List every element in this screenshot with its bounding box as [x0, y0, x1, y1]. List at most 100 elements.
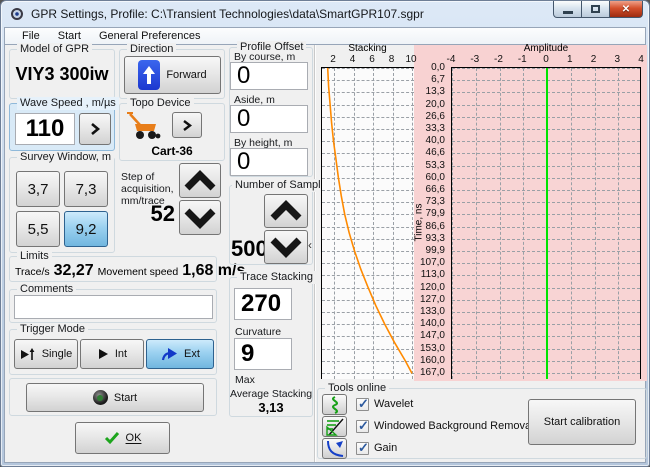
wave-speed-next-button[interactable] — [79, 113, 111, 145]
background-removal-checkbox[interactable]: ✓ — [356, 418, 369, 433]
survey-option-9-2[interactable]: 9,2 — [64, 211, 108, 247]
survey-window-label: Survey Window, m — [17, 151, 115, 164]
start-calibration-button[interactable]: Start calibration — [528, 399, 636, 445]
chevron-up-icon — [270, 200, 302, 221]
survey-option-7-3[interactable]: 7,3 — [64, 171, 108, 207]
curvature-label: Curvature — [235, 326, 282, 338]
trigger-ext-button[interactable]: Ext — [146, 339, 214, 369]
time-tick-label: 167,0 — [419, 367, 445, 378]
minimize-button[interactable] — [553, 1, 582, 18]
axis-tick-label: 8 — [388, 54, 395, 65]
profile-offset-group: Profile Offset By course, m 0 Aside, m 0… — [229, 41, 313, 177]
wave-speed-input[interactable]: 110 — [15, 113, 75, 145]
topo-device-next-button[interactable] — [172, 112, 202, 138]
time-tick-label: 46,6 — [425, 147, 445, 159]
grid-line — [618, 68, 620, 379]
time-tick-label: 120,0 — [419, 281, 445, 293]
average-stacking-value: 3,13 — [258, 400, 284, 415]
background-removal-tool-button[interactable] — [322, 416, 347, 437]
time-tick-label: 20,0 — [425, 98, 445, 110]
trace-stacking-group: Trace Stacking 270 Curvature 9 Max Avera… — [229, 271, 316, 417]
survey-window-group: Survey Window, m 3,7 7,3 5,5 9,2 — [9, 151, 115, 253]
number-of-samples-label: Number of Samples — [232, 179, 336, 192]
amplitude-axis-ticks: -4 -3 -2 -1 0 1 2 3 4 — [447, 54, 644, 66]
ext-trigger-icon — [161, 347, 178, 360]
stacking-curve — [326, 68, 413, 374]
model-of-gpr-group: Model of GPR VIY3 300iw — [9, 43, 115, 99]
time-tick-label: 66,6 — [425, 184, 445, 195]
amplitude-plot — [451, 67, 641, 379]
gain-tool-button[interactable] — [322, 438, 347, 459]
survey-option-3-7[interactable]: 3,7 — [16, 171, 60, 207]
axis-tick-label: 2 — [590, 54, 597, 65]
axis-tick-label: -1 — [517, 54, 527, 65]
wavelet-checkbox-label: Wavelet — [374, 398, 414, 410]
gain-icon — [326, 440, 343, 457]
stacking-plot-title: Stacking — [348, 43, 387, 54]
grid-line — [594, 68, 596, 379]
by-height-input[interactable]: 0 — [230, 148, 308, 176]
trace-stacking-input[interactable]: 270 — [234, 288, 292, 320]
aside-input[interactable]: 0 — [230, 105, 308, 133]
wave-speed-group: Wave Speed , m/µs 110 — [9, 97, 119, 151]
minimize-icon — [562, 10, 573, 14]
trigger-int-label: Int — [114, 348, 128, 360]
menu-file[interactable]: File — [13, 29, 49, 43]
direction-forward-button[interactable]: Forward — [124, 56, 221, 94]
chevron-right-icon — [183, 119, 192, 131]
step-decrease-button[interactable] — [179, 200, 221, 235]
trigger-single-label: Single — [41, 348, 73, 360]
wavelet-tool-button[interactable] — [322, 394, 347, 415]
gain-checkbox[interactable]: ✓ — [356, 440, 369, 455]
trace-per-second-value: 32,27 — [53, 262, 94, 279]
cart-icon — [127, 112, 161, 139]
ok-button[interactable]: OK — [75, 422, 170, 454]
menu-general-preferences[interactable]: General Preferences — [90, 29, 210, 43]
menu-start[interactable]: Start — [49, 29, 90, 43]
window-title: GPR Settings, Profile: C:\Transient Tech… — [31, 7, 424, 21]
axis-tick-label: 4 — [638, 54, 644, 65]
time-tick-label: 127,0 — [419, 293, 445, 305]
direction-label: Direction — [127, 43, 177, 56]
menu-bar: File Start General Preferences — [4, 27, 646, 44]
trigger-int-button[interactable]: Int — [80, 339, 144, 369]
direction-group: Direction Forward — [119, 43, 225, 99]
axis-tick-label: 6 — [369, 54, 375, 65]
trigger-mode-group: Trigger Mode Single Int Ext — [9, 323, 217, 375]
check-icon — [104, 432, 119, 445]
close-button[interactable]: ✕ — [610, 1, 643, 18]
axis-tick-label: 0 — [543, 54, 549, 65]
wave-speed-label: Wave Speed , m/µs — [17, 97, 119, 110]
background-removal-icon — [325, 418, 344, 436]
samples-decrease-button[interactable] — [264, 230, 308, 264]
topo-device-value: Cart-36 — [151, 144, 193, 158]
title-bar[interactable]: GPR Settings, Profile: C:\Transient Tech… — [1, 1, 649, 27]
axis-tick-label: -4 — [446, 54, 456, 65]
int-trigger-icon — [98, 349, 108, 359]
model-of-gpr-label: Model of GPR — [17, 43, 93, 56]
time-tick-label: 60,0 — [425, 171, 445, 183]
trigger-single-button[interactable]: Single — [14, 339, 78, 369]
time-tick-label: 133,0 — [419, 306, 445, 317]
axis-tick-label: -3 — [470, 54, 480, 65]
gain-checkbox-label: Gain — [374, 442, 398, 454]
movement-speed-label: Movement speed — [97, 266, 179, 278]
chevron-down-icon — [270, 237, 302, 258]
survey-option-5-5[interactable]: 5,5 — [16, 211, 60, 247]
panel-splitter[interactable] — [314, 45, 316, 462]
number-of-samples-value: 500 — [231, 236, 268, 261]
comments-input[interactable] — [14, 295, 213, 319]
axis-tick-label: 4 — [349, 54, 356, 65]
time-tick-label: 40,0 — [425, 135, 445, 147]
start-button[interactable]: Start — [26, 383, 204, 412]
step-increase-button[interactable] — [179, 163, 221, 198]
by-course-input[interactable]: 0 — [230, 62, 308, 90]
maximize-button[interactable] — [582, 1, 610, 18]
time-axis-title: Time, ns — [413, 203, 425, 242]
wavelet-checkbox[interactable]: ✓ — [356, 396, 369, 411]
comments-group: Comments — [9, 283, 217, 323]
grid-line — [499, 68, 501, 379]
samples-increase-button[interactable] — [264, 194, 308, 228]
stacking-plot — [321, 67, 414, 379]
curvature-input[interactable]: 9 — [234, 338, 292, 370]
